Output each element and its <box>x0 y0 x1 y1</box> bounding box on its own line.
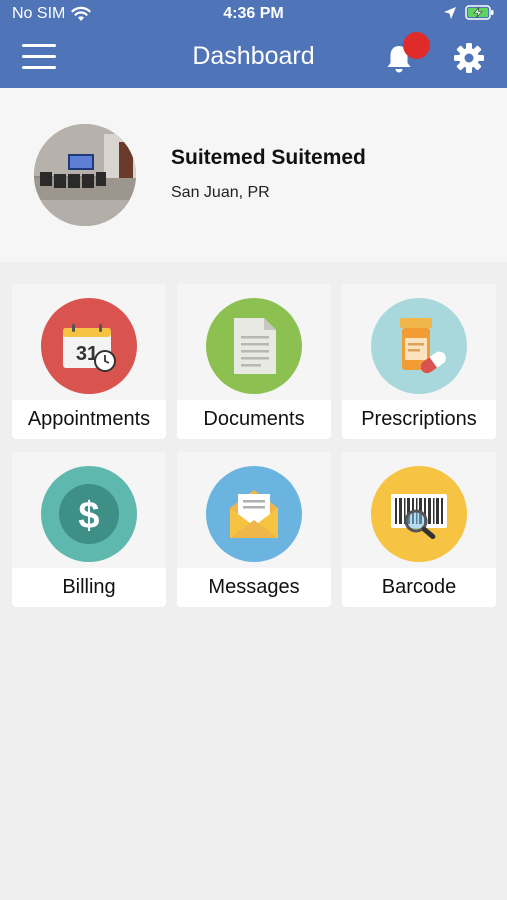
gear-icon[interactable] <box>453 42 485 74</box>
envelope-icon <box>206 466 302 562</box>
dollar-symbol: $ <box>78 495 99 537</box>
location-arrow-icon <box>444 6 456 19</box>
status-bar: No SIM 4:36 PM <box>0 0 507 30</box>
billing-tile[interactable]: $ Billing <box>12 452 166 607</box>
dollar-icon: $ <box>41 466 137 562</box>
messages-tile[interactable]: Messages <box>177 452 331 607</box>
profile-name: Suitemed Suitemed <box>171 146 366 169</box>
appointments-label: Appointments <box>27 408 151 430</box>
billing-label: Billing <box>62 576 116 598</box>
page-title: Dashboard <box>192 42 315 70</box>
barcode-label: Barcode <box>381 576 457 598</box>
status-right <box>443 5 495 20</box>
prescriptions-label: Prescriptions <box>361 408 477 430</box>
top-bar: No SIM 4:36 PM Dashboard <box>0 0 507 88</box>
barcode-tile[interactable]: Barcode <box>342 452 496 607</box>
messages-label: Messages <box>208 576 300 598</box>
prescriptions-tile[interactable]: Prescriptions <box>342 284 496 439</box>
document-icon <box>206 298 302 394</box>
nav-bar: Dashboard <box>0 30 507 88</box>
notification-badge <box>403 32 430 59</box>
avatar <box>34 124 136 226</box>
pill-bottle-icon <box>371 298 467 394</box>
barcode-icon <box>371 466 467 562</box>
appointments-tile[interactable]: 31 Appointments <box>12 284 166 439</box>
documents-tile[interactable]: Documents <box>177 284 331 439</box>
calendar-icon: 31 <box>41 298 137 394</box>
documents-label: Documents <box>203 408 305 430</box>
profile-card[interactable]: Suitemed Suitemed San Juan, PR <box>0 88 507 262</box>
profile-location: San Juan, PR <box>171 184 270 201</box>
hamburger-menu-icon[interactable] <box>22 44 58 72</box>
battery-charging-icon <box>465 5 494 20</box>
status-time: 4:36 PM <box>223 5 284 22</box>
